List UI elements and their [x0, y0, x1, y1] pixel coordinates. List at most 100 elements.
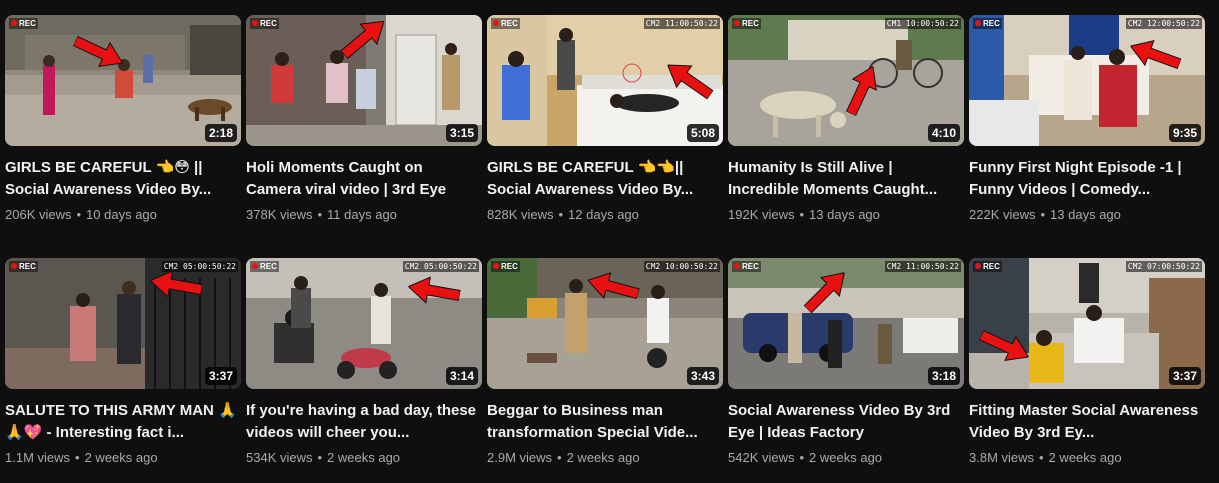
rec-label: REC — [9, 18, 38, 29]
video-duration: 9:35 — [1168, 124, 1201, 142]
rec-label: REC — [973, 18, 1002, 29]
rec-dot-icon — [734, 263, 740, 269]
cam-label: CM1 10:00:50:22 — [884, 18, 961, 29]
video-thumbnail[interactable]: CM2 12:00:50:22 REC 9:35 — [969, 15, 1205, 146]
video-card[interactable]: CM2 12:00:50:22 REC 9:35 Funny First Nig… — [969, 15, 1205, 240]
rec-dot-icon — [252, 263, 258, 269]
rec-label: REC — [491, 18, 520, 29]
video-thumbnail[interactable]: REC 3:15 — [246, 15, 482, 146]
video-meta: 222K views • 13 days ago — [969, 206, 1205, 224]
video-title[interactable]: Social Awareness Video By 3rd Eye | Idea… — [728, 400, 960, 444]
video-title[interactable]: SALUTE TO THIS ARMY MAN 🙏🙏💖 - Interestin… — [5, 400, 237, 444]
video-thumbnail[interactable]: CM2 05:00:50:22 REC 3:14 — [246, 258, 482, 389]
cam-label: CM2 11:00:50:22 — [884, 261, 961, 272]
rec-dot-icon — [11, 20, 17, 26]
video-thumbnail[interactable]: CM2 07:00:50:22 REC 3:37 — [969, 258, 1205, 389]
video-duration: 3:43 — [686, 367, 719, 385]
upload-age: 2 weeks ago — [84, 450, 158, 465]
cam-label: CM2 05:00:50:22 — [402, 261, 479, 272]
view-count: 3.8M views — [969, 450, 1035, 465]
rec-dot-icon — [975, 263, 981, 269]
video-title[interactable]: GIRLS BE CAREFUL 👈😳 || Social Awareness … — [5, 157, 237, 201]
rec-dot-icon — [11, 263, 17, 269]
video-thumbnail[interactable]: REC 2:18 — [5, 15, 241, 146]
rec-dot-icon — [493, 263, 499, 269]
meta-separator: • — [317, 207, 323, 222]
video-meta: 378K views • 11 days ago — [246, 206, 482, 224]
video-meta: 206K views • 10 days ago — [5, 206, 241, 224]
video-title[interactable]: GIRLS BE CAREFUL 👈👈|| Social Awareness V… — [487, 157, 719, 201]
video-thumbnail[interactable]: CM2 10:00:50:22 REC 3:43 — [487, 258, 723, 389]
cam-label: CM2 11:00:50:22 — [643, 18, 720, 29]
video-card[interactable]: CM2 07:00:50:22 REC 3:37 Fitting Master … — [969, 258, 1205, 483]
rec-label: REC — [732, 261, 761, 272]
upload-age: 10 days ago — [86, 207, 157, 222]
rec-label: REC — [491, 261, 520, 272]
meta-separator: • — [799, 207, 805, 222]
video-thumbnail[interactable]: CM1 10:00:50:22 REC 4:10 — [728, 15, 964, 146]
meta-separator: • — [317, 450, 323, 465]
video-card[interactable]: REC 3:15 Holi Moments Caught on Camera v… — [246, 15, 482, 240]
video-thumbnail[interactable]: CM2 11:00:50:22 REC 3:18 — [728, 258, 964, 389]
video-meta: 828K views • 12 days ago — [487, 206, 723, 224]
view-count: 534K views — [246, 450, 313, 465]
cam-label: CM2 10:00:50:22 — [643, 261, 720, 272]
video-duration: 3:18 — [927, 367, 960, 385]
video-duration: 3:37 — [204, 367, 237, 385]
video-title[interactable]: Humanity Is Still Alive | Incredible Mom… — [728, 157, 960, 201]
upload-age: 2 weeks ago — [809, 450, 883, 465]
meta-separator: • — [557, 450, 562, 465]
view-count: 1.1M views — [5, 450, 71, 465]
meta-separator: • — [1039, 450, 1044, 465]
rec-dot-icon — [493, 20, 499, 26]
meta-separator: • — [799, 450, 805, 465]
video-card[interactable]: REC 2:18 GIRLS BE CAREFUL 👈😳 || Social A… — [5, 15, 241, 240]
upload-age: 2 weeks ago — [327, 450, 401, 465]
rec-dot-icon — [975, 20, 981, 26]
meta-separator: • — [1040, 207, 1046, 222]
video-card[interactable]: CM2 10:00:50:22 REC 3:43 Beggar to Busin… — [487, 258, 723, 483]
meta-separator: • — [75, 450, 80, 465]
cam-label: CM2 05:00:50:22 — [161, 261, 238, 272]
view-count: 828K views — [487, 207, 554, 222]
rec-dot-icon — [252, 20, 258, 26]
view-count: 542K views — [728, 450, 795, 465]
rec-label: REC — [732, 18, 761, 29]
video-duration: 3:14 — [445, 367, 478, 385]
video-meta: 534K views • 2 weeks ago — [246, 449, 482, 467]
video-meta: 3.8M views • 2 weeks ago — [969, 449, 1205, 467]
video-meta: 1.1M views • 2 weeks ago — [5, 449, 241, 467]
rec-dot-icon — [734, 20, 740, 26]
video-duration: 5:08 — [686, 124, 719, 142]
video-thumbnail[interactable]: CM2 05:00:50:22 REC 3:37 — [5, 258, 241, 389]
video-duration: 4:10 — [927, 124, 960, 142]
rec-label: REC — [250, 261, 279, 272]
meta-separator: • — [558, 207, 564, 222]
video-thumbnail[interactable]: CM2 11:00:50:22 REC 5:08 — [487, 15, 723, 146]
upload-age: 13 days ago — [809, 207, 880, 222]
view-count: 2.9M views — [487, 450, 553, 465]
video-card[interactable]: CM2 11:00:50:22 REC 5:08 GIRLS BE CAREFU… — [487, 15, 723, 240]
view-count: 378K views — [246, 207, 313, 222]
meta-separator: • — [76, 207, 82, 222]
video-card[interactable]: CM1 10:00:50:22 REC 4:10 Humanity Is Sti… — [728, 15, 964, 240]
video-card[interactable]: CM2 05:00:50:22 REC 3:37 SALUTE TO THIS … — [5, 258, 241, 483]
video-title[interactable]: Beggar to Business man transformation Sp… — [487, 400, 719, 444]
video-title[interactable]: Holi Moments Caught on Camera viral vide… — [246, 157, 478, 201]
video-title[interactable]: Funny First Night Episode -1 | Funny Vid… — [969, 157, 1201, 201]
view-count: 206K views — [5, 207, 72, 222]
cam-label: CM2 07:00:50:22 — [1125, 261, 1202, 272]
video-meta: 542K views • 2 weeks ago — [728, 449, 964, 467]
rec-label: REC — [9, 261, 38, 272]
video-title[interactable]: If you're having a bad day, these videos… — [246, 400, 478, 444]
video-card[interactable]: CM2 11:00:50:22 REC 3:18 Social Awarenes… — [728, 258, 964, 483]
video-duration: 3:37 — [1168, 367, 1201, 385]
video-card[interactable]: CM2 05:00:50:22 REC 3:14 If you're havin… — [246, 258, 482, 483]
upload-age: 13 days ago — [1050, 207, 1121, 222]
view-count: 222K views — [969, 207, 1036, 222]
upload-age: 2 weeks ago — [1048, 450, 1122, 465]
rec-label: REC — [973, 261, 1002, 272]
video-title[interactable]: Fitting Master Social Awareness Video By… — [969, 400, 1201, 444]
video-meta: 192K views • 13 days ago — [728, 206, 964, 224]
rec-label: REC — [250, 18, 279, 29]
